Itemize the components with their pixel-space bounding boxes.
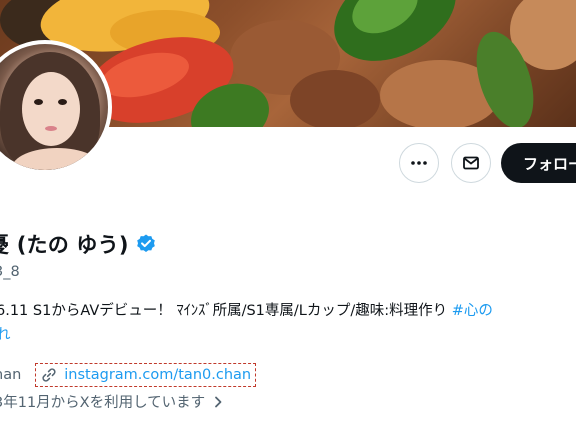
bio-hashtag-link[interactable]: #心の: [452, 303, 493, 319]
follow-button[interactable]: フォロー: [501, 143, 576, 183]
envelope-icon: [463, 156, 479, 170]
bio-line-1: 6.11 S1からAVデビュー！ ﾏｲﾝｽﾞ所属/S1専属/Lカップ/趣味:料理…: [0, 299, 576, 323]
verified-badge-icon[interactable]: [135, 233, 157, 255]
website-url[interactable]: instagram.com/tan0.chan: [64, 367, 251, 383]
profile-name-row: 憂 (たの ゆう): [0, 229, 157, 259]
message-button[interactable]: [451, 143, 491, 183]
bio-hashtag-continuation[interactable]: れ: [0, 327, 11, 343]
profile-bio: 6.11 S1からAVデビュー！ ﾏｲﾝｽﾞ所属/S1専属/Lカップ/趣味:料理…: [0, 299, 576, 347]
website-link[interactable]: instagram.com/tan0.chan: [35, 363, 257, 387]
more-options-button[interactable]: [399, 143, 439, 183]
joined-date-text: 3年11月からXを利用しています: [0, 395, 206, 411]
bio-line-2: れ: [0, 323, 576, 347]
more-horizontal-icon: [411, 161, 427, 165]
follow-button-label: フォロー: [523, 154, 576, 173]
profile-page: フォロー 憂 (たの ゆう) 3_8 6.11 S1からAVデビュー！ ﾏｲﾝｽ…: [0, 0, 576, 430]
profile-handle: 3_8: [0, 264, 20, 280]
link-icon: [42, 368, 56, 382]
profile-meta-row: han instagram.com/tan0.chan: [0, 363, 257, 387]
joined-date-row[interactable]: 3年11月からXを利用しています: [0, 391, 225, 412]
location-text: han: [0, 367, 22, 383]
chevron-right-icon: [215, 396, 222, 407]
display-name: 憂 (たの ゆう): [0, 233, 129, 257]
bio-text: 6.11 S1からAVデビュー！ ﾏｲﾝｽﾞ所属/S1専属/Lカップ/趣味:料理…: [0, 303, 452, 319]
